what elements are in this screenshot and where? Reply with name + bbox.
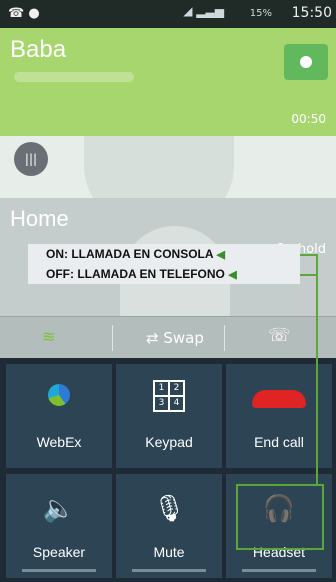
webex-button[interactable]: WebEx [6, 364, 112, 468]
annotation-connector [316, 254, 318, 486]
annotation-connector [300, 274, 318, 276]
record-dot-icon [300, 56, 312, 68]
headset-highlight-box [236, 484, 324, 550]
arrow-left-icon: ◀ [216, 249, 225, 261]
mute-mic-icon: 🎙 [152, 494, 186, 524]
volume-boost-icon[interactable]: ☏ [268, 325, 291, 346]
annotation-on: ON: LLAMADA EN CONSOLA ◀ [28, 244, 300, 264]
equalizer-button[interactable]: ||| [14, 142, 48, 176]
active-call-name: Baba [10, 36, 67, 63]
status-bar: ☎ ● ◢ ▂▃▅ 15% 15:50 [0, 0, 336, 28]
keypad-icon: 1234 [153, 380, 185, 412]
call-tools-row: ≋ ⇄ Swap ☏ [0, 316, 336, 358]
status-bar-indicator [22, 569, 96, 572]
status-bar-indicator [242, 569, 316, 572]
battery-level: 15% [249, 8, 272, 19]
record-button[interactable] [284, 44, 328, 80]
speaker-icon: 🔈 [42, 494, 76, 524]
divider [224, 325, 225, 351]
contact-avatar-area: ||| [0, 136, 336, 198]
webex-icon [48, 384, 70, 406]
redacted-number [14, 72, 134, 82]
divider [112, 325, 113, 351]
keypad-button[interactable]: 1234 Keypad [116, 364, 222, 468]
annotation-off: OFF: LLAMADA EN TELEFONO ◀ [28, 264, 300, 284]
noise-reduction-icon[interactable]: ≋ [42, 327, 55, 346]
active-call-panel[interactable]: Baba 00:50 [0, 28, 336, 136]
annotation-connector [300, 254, 318, 256]
speaker-button[interactable]: 🔈 Speaker [6, 474, 112, 578]
call-timer: 00:50 [291, 112, 326, 126]
avatar-icon [84, 136, 234, 198]
signal-icon: ◢ ▂▃▅ [183, 4, 224, 18]
held-call-name: Home [10, 206, 69, 231]
status-bar-indicator [132, 569, 206, 572]
swap-button[interactable]: ⇄ Swap [146, 329, 204, 347]
call-status-icon: ☎ ● [8, 6, 40, 21]
mute-button[interactable]: 🎙 Mute [116, 474, 222, 578]
clock: 15:50 [291, 5, 332, 21]
arrow-left-icon: ◀ [228, 269, 237, 281]
end-call-icon [252, 390, 306, 408]
